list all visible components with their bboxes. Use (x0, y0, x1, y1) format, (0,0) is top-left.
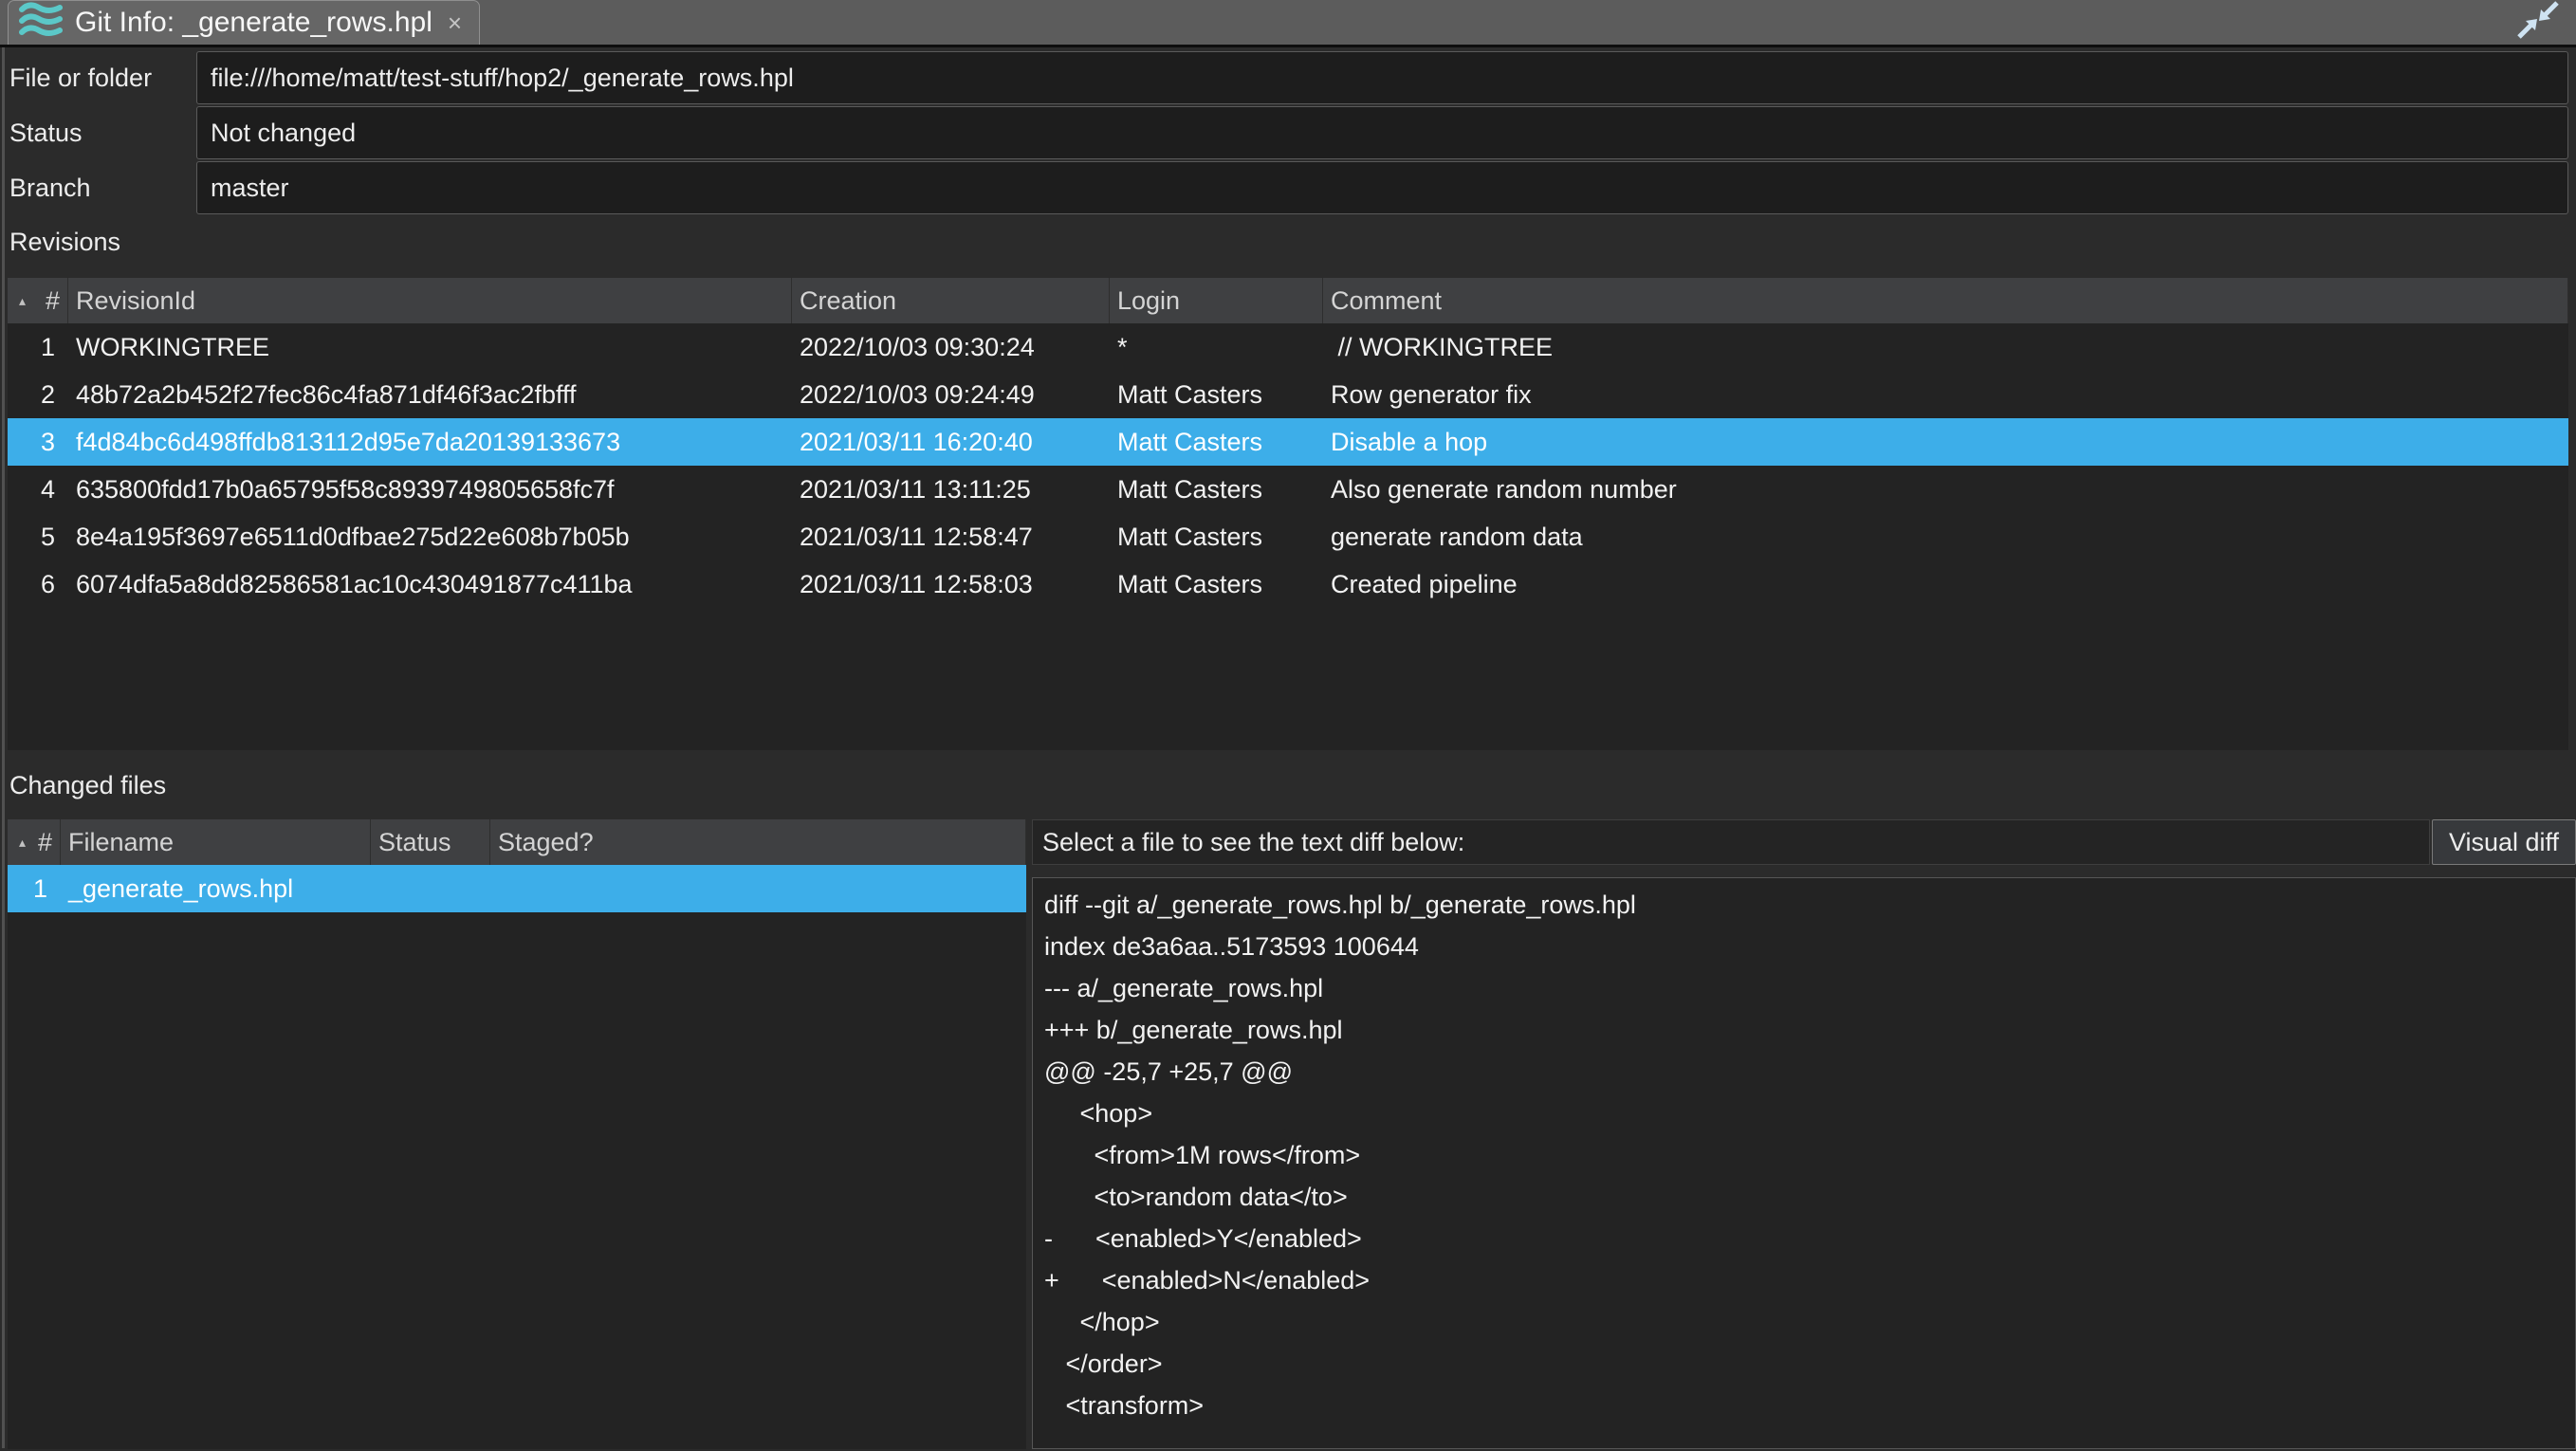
changed-files-section-label: Changed files (0, 771, 2576, 799)
revisions-header-comment[interactable]: Comment (1323, 278, 2568, 323)
diff-line: <hop> (1044, 1093, 2575, 1134)
bottom-split: ▴ # Filename Status Staged? 1 _generate_… (8, 819, 2576, 1449)
table-row-selected[interactable]: 3 f4d84bc6d498ffdb813112d95e7da201391336… (8, 418, 2568, 466)
diff-line: <transform> (1044, 1385, 2575, 1426)
visual-diff-button[interactable]: Visual diff (2432, 819, 2576, 865)
tab-close-icon[interactable]: × (444, 9, 466, 38)
status-label: Status (0, 106, 196, 159)
diff-line: +++ b/_generate_rows.hpl (1044, 1009, 2575, 1051)
changed-files-table: ▴ # Filename Status Staged? 1 _generate_… (8, 819, 1026, 1449)
waves-icon (18, 0, 64, 46)
diff-text-area[interactable]: diff --git a/_generate_rows.hpl b/_gener… (1032, 877, 2576, 1449)
revisions-section-label: Revisions (0, 228, 2576, 256)
diff-line: <from>1M rows</from> (1044, 1134, 2575, 1176)
changed-files-table-body: 1 _generate_rows.hpl (8, 865, 1026, 1449)
files-header-staged[interactable]: Staged? (490, 819, 1026, 865)
branch-field-wrap (196, 161, 2576, 214)
diff-line: </hop> (1044, 1301, 2575, 1343)
left-sash (2, 47, 5, 1448)
files-header-status[interactable]: Status (371, 819, 490, 865)
diff-line: <to>random data</to> (1044, 1176, 2575, 1218)
diff-line: + <enabled>N</enabled> (1044, 1259, 2575, 1301)
status-input[interactable] (196, 106, 2568, 159)
diff-line: --- a/_generate_rows.hpl (1044, 967, 2575, 1009)
file-or-folder-field-wrap (196, 51, 2576, 104)
form-area: File or folder Status Branch (0, 47, 2576, 214)
diff-line: diff --git a/_generate_rows.hpl b/_gener… (1044, 884, 2575, 926)
status-field-wrap (196, 106, 2576, 159)
diff-line: </order> (1044, 1343, 2575, 1385)
revisions-table: ▴ # RevisionId Creation Login Comment 1 … (8, 278, 2568, 750)
table-row[interactable]: 1 WORKINGTREE 2022/10/03 09:30:24 * // W… (8, 323, 2568, 371)
table-row[interactable]: 4 635800fdd17b0a65795f58c8939749805658fc… (8, 466, 2568, 513)
branch-label: Branch (0, 161, 196, 214)
changed-files-table-header: ▴ # Filename Status Staged? (8, 819, 1026, 865)
file-or-folder-label: File or folder (0, 51, 196, 104)
revisions-header-num[interactable]: ▴ # (8, 278, 68, 323)
revisions-table-header: ▴ # RevisionId Creation Login Comment (8, 278, 2568, 323)
git-info-content: File or folder Status Branch Revisions (0, 47, 2576, 1448)
diff-line: @@ -25,7 +25,7 @@ (1044, 1051, 2575, 1093)
form-row-file: File or folder (0, 51, 2576, 104)
diff-line: - <enabled>Y</enabled> (1044, 1218, 2575, 1259)
form-row-branch: Branch (0, 161, 2576, 214)
revisions-header-creation[interactable]: Creation (792, 278, 1110, 323)
git-info-window: Git Info: _generate_rows.hpl × File (0, 0, 2576, 1451)
sort-ascending-icon: ▴ (19, 835, 26, 851)
file-or-folder-input[interactable] (196, 51, 2568, 104)
window-controls (2517, 0, 2576, 45)
form-row-status: Status (0, 106, 2576, 159)
revisions-table-empty-area (8, 608, 2568, 750)
tab-git-info[interactable]: Git Info: _generate_rows.hpl × (8, 0, 480, 45)
revisions-table-body: 1 WORKINGTREE 2022/10/03 09:30:24 * // W… (8, 323, 2568, 750)
diff-line: index de3a6aa..5173593 100644 (1044, 926, 2575, 967)
tab-title: Git Info: _generate_rows.hpl (75, 7, 432, 39)
table-row[interactable]: 5 8e4a195f3697e6511d0dfbae275d22e608b7b0… (8, 513, 2568, 560)
diff-panel: Select a file to see the text diff below… (1032, 819, 2576, 1449)
table-row[interactable]: 2 48b72a2b452f27fec86c4fa871df46f3ac2fbf… (8, 371, 2568, 418)
revisions-header-login[interactable]: Login (1110, 278, 1323, 323)
diff-header-label: Select a file to see the text diff below… (1032, 819, 2430, 865)
tab-bar: Git Info: _generate_rows.hpl × (0, 0, 2576, 47)
diff-panel-header: Select a file to see the text diff below… (1032, 819, 2576, 865)
restore-view-icon[interactable] (2517, 1, 2559, 44)
revisions-header-revisionid[interactable]: RevisionId (68, 278, 792, 323)
files-header-num[interactable]: ▴ # (8, 819, 61, 865)
file-row-selected[interactable]: 1 _generate_rows.hpl (8, 865, 1026, 912)
table-row[interactable]: 6 6074dfa5a8dd82586581ac10c430491877c411… (8, 560, 2568, 608)
files-header-filename[interactable]: Filename (61, 819, 371, 865)
sort-ascending-icon: ▴ (19, 293, 26, 309)
branch-input[interactable] (196, 161, 2568, 214)
